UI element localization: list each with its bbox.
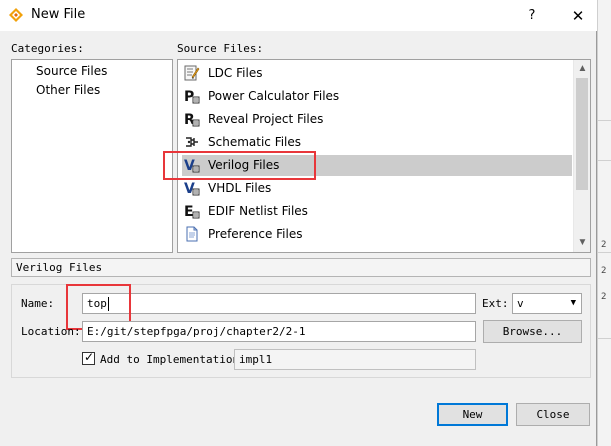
checkmark-icon: ✓ bbox=[83, 350, 95, 364]
source-file-label: EDIF Netlist Files bbox=[208, 204, 308, 218]
background-window-strip: 2 2 2 bbox=[597, 0, 611, 446]
scroll-down-arrow-icon[interactable]: ▼ bbox=[574, 236, 590, 250]
edif-icon: E bbox=[184, 204, 200, 219]
source-files-scrollbar[interactable]: ▲ ▼ bbox=[573, 60, 590, 252]
source-file-item-vhdl[interactable]: V VHDL Files bbox=[182, 178, 572, 199]
source-file-item-verilog[interactable]: V Verilog Files bbox=[182, 155, 572, 176]
categories-label: Categories: bbox=[11, 42, 84, 55]
power-calculator-icon: P bbox=[184, 89, 200, 104]
source-file-label: Reveal Project Files bbox=[208, 112, 324, 126]
background-text: 2 bbox=[601, 292, 607, 302]
categories-list[interactable]: Source Files Other Files bbox=[11, 59, 173, 253]
divider bbox=[598, 160, 611, 161]
close-button[interactable]: Close bbox=[516, 403, 590, 426]
category-item-source-files[interactable]: Source Files bbox=[36, 64, 107, 78]
source-file-label: Schematic Files bbox=[208, 135, 302, 149]
source-file-item-power-calculator[interactable]: P Power Calculator Files bbox=[182, 86, 572, 107]
window-title: New File bbox=[31, 7, 86, 22]
ext-select[interactable]: v ▼ bbox=[512, 293, 582, 314]
title-bar[interactable]: New File ? ✕ bbox=[0, 0, 597, 31]
background-text: 2 bbox=[601, 266, 607, 276]
source-file-label: LDC Files bbox=[208, 66, 263, 80]
source-file-label: VHDL Files bbox=[208, 181, 272, 195]
app-logo-icon bbox=[9, 8, 23, 22]
verilog-icon: V bbox=[184, 158, 200, 173]
category-item-other-files[interactable]: Other Files bbox=[36, 83, 100, 97]
source-files-label: Source Files: bbox=[177, 42, 264, 55]
ext-label: Ext: bbox=[482, 297, 509, 310]
ext-value: v bbox=[517, 297, 524, 310]
ldc-icon bbox=[184, 65, 200, 81]
new-file-dialog: New File ? ✕ Categories: Source Files: S… bbox=[0, 0, 597, 446]
location-label: Location: bbox=[21, 325, 81, 338]
source-file-item-edif-netlist[interactable]: E EDIF Netlist Files bbox=[182, 201, 572, 222]
scroll-up-arrow-icon[interactable]: ▲ bbox=[574, 62, 590, 76]
divider bbox=[598, 338, 611, 339]
help-button[interactable]: ? bbox=[520, 5, 544, 27]
scrollbar-thumb[interactable] bbox=[576, 78, 588, 190]
source-file-label: Preference Files bbox=[208, 227, 303, 241]
text-caret bbox=[107, 297, 109, 311]
source-files-list[interactable]: LDC Files P Power Calculator Files R Rev… bbox=[177, 59, 591, 253]
schematic-icon bbox=[186, 137, 198, 147]
source-file-item-reveal-project[interactable]: R Reveal Project Files bbox=[182, 109, 572, 130]
source-file-label: Verilog Files bbox=[208, 158, 280, 172]
new-button[interactable]: New bbox=[437, 403, 508, 426]
add-to-implementation-label: Add to Implementation bbox=[100, 353, 240, 366]
divider bbox=[598, 252, 611, 253]
add-to-implementation-checkbox[interactable]: ✓ bbox=[82, 350, 95, 365]
close-window-button[interactable]: ✕ bbox=[566, 5, 590, 27]
divider bbox=[598, 120, 611, 121]
implementation-field[interactable]: impl1 bbox=[234, 349, 476, 370]
source-file-item-schematic[interactable]: Schematic Files bbox=[182, 132, 572, 153]
file-type-description: Verilog Files bbox=[11, 258, 591, 277]
name-input[interactable]: top bbox=[82, 293, 476, 314]
location-input[interactable]: E:/git/stepfpga/proj/chapter2/2-1 bbox=[82, 321, 476, 342]
name-label: Name: bbox=[21, 297, 55, 310]
preference-icon bbox=[186, 226, 198, 242]
source-file-item-preference[interactable]: Preference Files bbox=[182, 224, 572, 245]
reveal-icon: R bbox=[184, 112, 200, 127]
background-text: 2 bbox=[601, 240, 607, 250]
source-file-item-ldc[interactable]: LDC Files bbox=[182, 63, 572, 84]
vhdl-icon: V bbox=[184, 181, 200, 196]
source-file-label: Power Calculator Files bbox=[208, 89, 340, 103]
name-value: top bbox=[87, 297, 107, 310]
browse-button[interactable]: Browse... bbox=[483, 320, 582, 343]
svg-text:E: E bbox=[184, 204, 194, 219]
chevron-down-icon: ▼ bbox=[570, 298, 576, 308]
